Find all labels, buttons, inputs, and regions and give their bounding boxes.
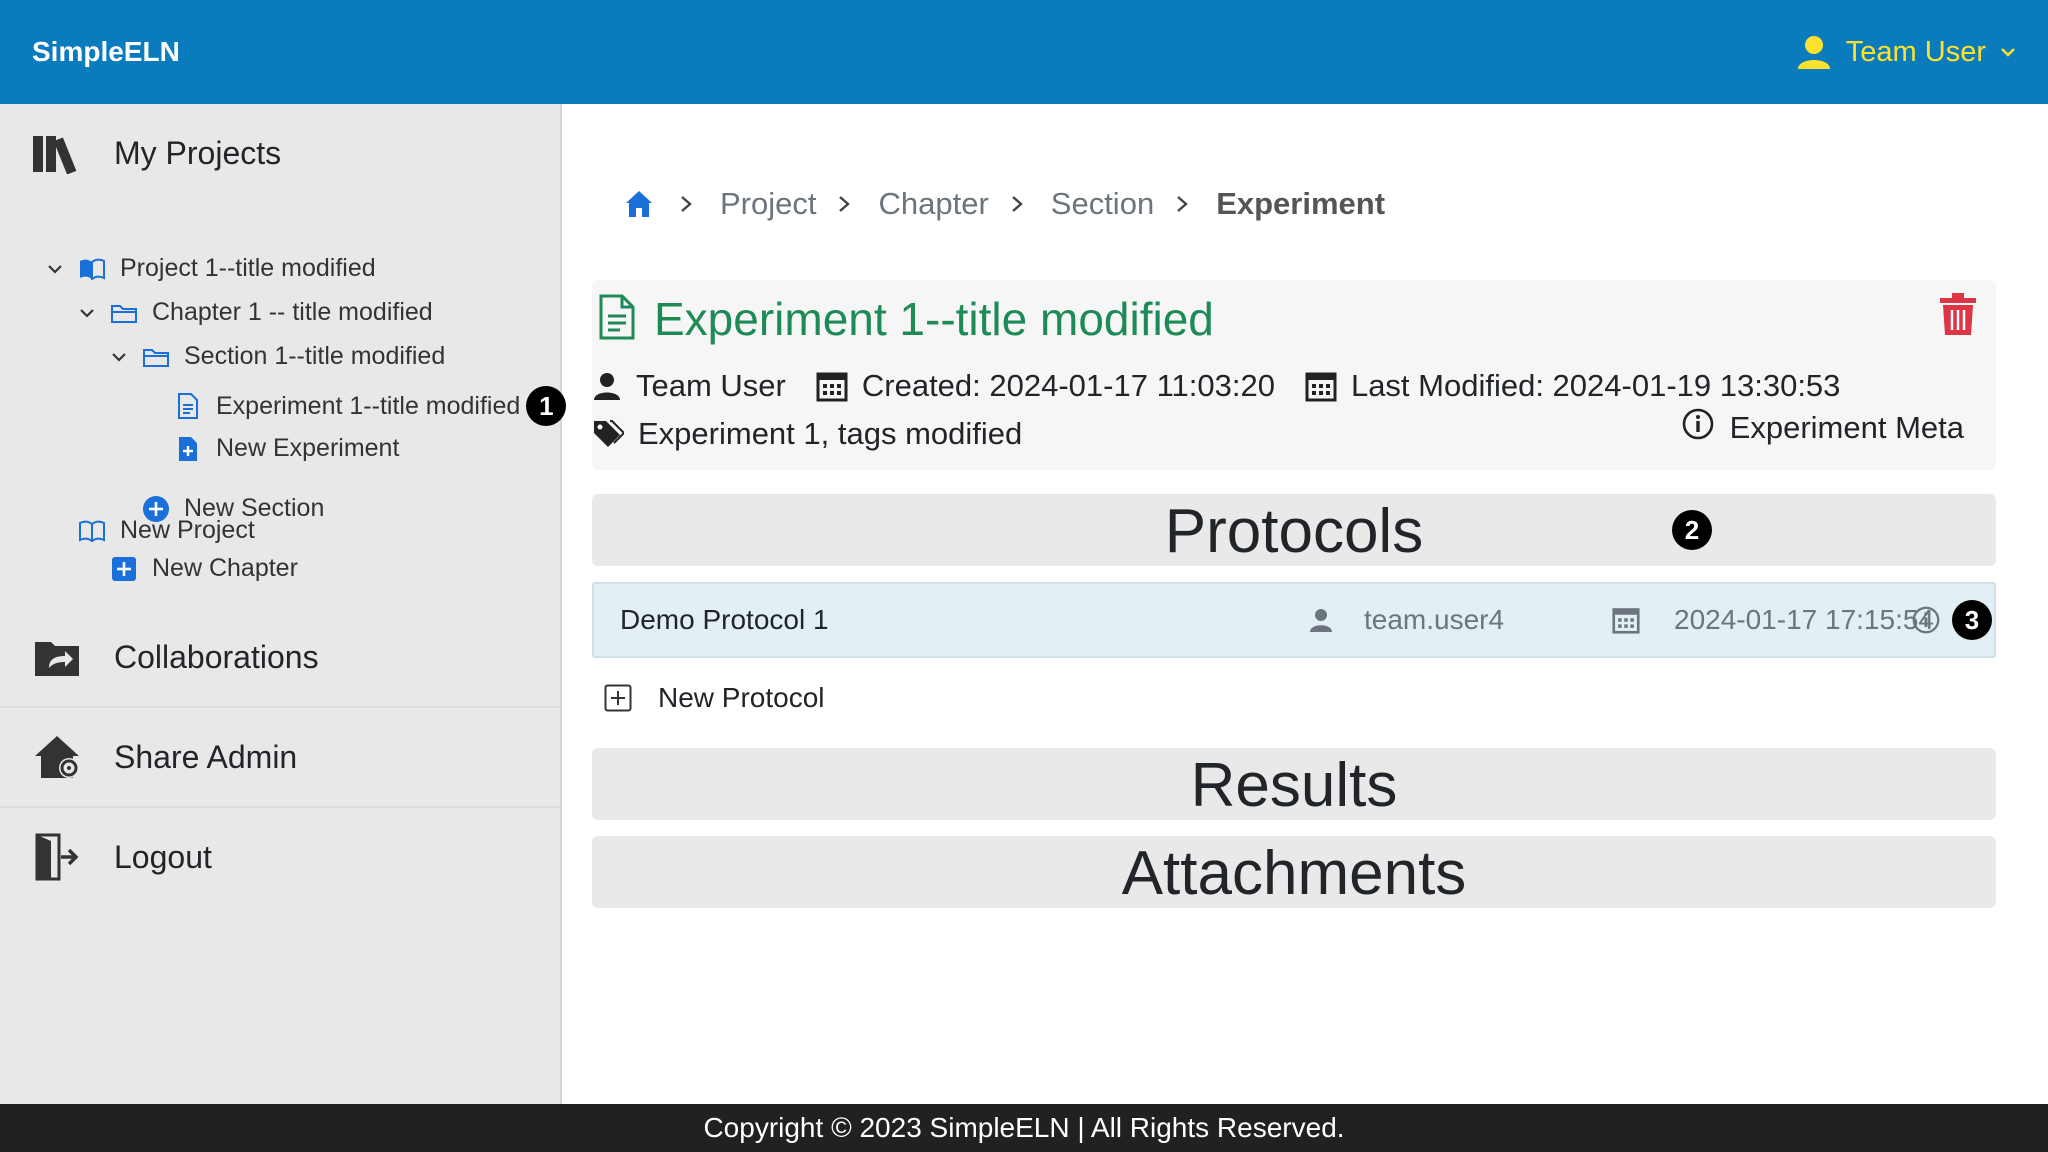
nav-share-admin-label: Share Admin [114, 738, 298, 775]
experiment-tags: Experiment 1, tags modified [638, 416, 1023, 451]
experiment-meta-row: Team User Created: 2024-01-17 11:03:20 L… [592, 368, 1840, 404]
experiment-author: Team User [636, 368, 786, 403]
user-name: Team User [1845, 35, 1986, 68]
file-plus-icon [174, 435, 202, 463]
user-icon [1308, 608, 1334, 632]
experiment-created: Created: 2024-01-17 11:03:20 [861, 368, 1275, 403]
tree-new-project-label: New Project [120, 516, 255, 544]
callout-badge-1: 1 [526, 386, 567, 426]
new-protocol-label: New Protocol [658, 682, 825, 713]
experiment-meta-link[interactable]: Experiment Meta [1682, 408, 1964, 448]
nav-collaborations[interactable]: Collaborations [0, 608, 560, 706]
protocol-date-label: 2024-01-17 17:15:54 [1674, 604, 1934, 635]
book-open-icon [78, 255, 106, 283]
tree-section-label: Section 1--title modified [184, 342, 446, 370]
delete-experiment-button[interactable] [1938, 292, 1978, 341]
sidebar: My Projects Project 1--title modified Ch… [0, 104, 567, 1104]
main-content: Project Chapter Section Experiment Exper… [564, 104, 2048, 1104]
results-heading: Results [1190, 751, 1398, 820]
tree-project-item[interactable]: Project 1--title modified [44, 254, 376, 283]
tree-section-item[interactable]: Section 1--title modified [108, 342, 445, 371]
tree-new-chapter-label: New Chapter [152, 554, 298, 582]
tree-new-chapter[interactable]: New Chapter [110, 554, 298, 583]
nav-my-projects[interactable]: My Projects [0, 104, 560, 202]
attachments-section-header[interactable]: Attachments [592, 836, 1996, 908]
house-gear-icon [30, 733, 86, 781]
nav-share-admin[interactable]: Share Admin [0, 708, 560, 806]
folder-share-icon [30, 633, 86, 681]
nav-my-projects-label: My Projects [114, 134, 282, 171]
protocol-row[interactable]: Demo Protocol 1 team.user4 2024-01-17 17… [592, 582, 1996, 658]
calendar-icon [816, 370, 848, 402]
user-icon [592, 372, 622, 400]
breadcrumb-section[interactable]: Section [1051, 186, 1154, 222]
tree-chapter-label: Chapter 1 -- title modified [152, 298, 433, 326]
user-icon [1796, 35, 1832, 69]
protocols-heading: Protocols [1164, 497, 1424, 566]
protocol-user-label: team.user4 [1364, 604, 1505, 635]
calendar-icon [1305, 370, 1337, 402]
nav-collaborations-label: Collaborations [114, 638, 319, 675]
chevron-right-icon [838, 195, 851, 213]
protocol-date: 2024-01-17 17:15:54 [1612, 604, 1934, 636]
tree-project-label: Project 1--title modified [120, 254, 376, 282]
door-exit-icon [30, 833, 86, 881]
callout-badge-2: 2 [1672, 510, 1712, 550]
book-icon [78, 517, 106, 545]
file-text-icon [598, 294, 636, 345]
folder-icon [110, 299, 138, 327]
folder-icon [142, 343, 170, 371]
tree-chapter-item[interactable]: Chapter 1 -- title modified [76, 298, 433, 327]
brand-logo[interactable]: SimpleELN [32, 36, 180, 68]
breadcrumb-chapter[interactable]: Chapter [878, 186, 988, 222]
protocol-name: Demo Protocol 1 [620, 604, 829, 635]
chevron-right-icon [1011, 195, 1023, 213]
nav-logout[interactable]: Logout [0, 808, 560, 906]
experiment-tags-row: Experiment 1, tags modified [592, 416, 1022, 452]
nav-logout-label: Logout [114, 838, 212, 875]
chevron-down-icon[interactable] [108, 352, 130, 362]
callout-badge-3: 3 [1952, 600, 1992, 640]
breadcrumb: Project Chapter Section Experiment [624, 186, 1385, 222]
footer: Copyright © 2023 SimpleELN | All Rights … [0, 1104, 2048, 1152]
tree-new-project[interactable]: New Project [78, 516, 255, 545]
experiment-header-card: Experiment 1--title modified Team User C… [592, 280, 1996, 470]
books-icon [30, 129, 86, 177]
experiment-last-modified: Last Modified: 2024-01-19 13:30:53 [1350, 368, 1841, 403]
attachments-heading: Attachments [1121, 839, 1467, 908]
tree-experiment-item[interactable]: Experiment 1--title modified 1 [174, 386, 567, 426]
file-text-icon [174, 392, 202, 420]
tree-new-experiment-label: New Experiment [216, 434, 400, 462]
protocol-user: team.user4 [1308, 604, 1504, 636]
chevron-right-icon [680, 195, 692, 213]
plus-square-icon [110, 555, 138, 583]
plus-square-icon [604, 684, 632, 712]
top-navbar: SimpleELN Team User [0, 0, 2048, 104]
user-menu[interactable]: Team User [1796, 35, 2016, 69]
tree-new-experiment[interactable]: New Experiment [174, 434, 399, 463]
calendar-icon [1612, 606, 1640, 634]
info-circle-icon[interactable] [1912, 606, 1940, 634]
info-circle-icon [1682, 408, 1714, 448]
breadcrumb-project[interactable]: Project [720, 186, 816, 222]
experiment-title[interactable]: Experiment 1--title modified [654, 292, 1214, 346]
tags-icon [592, 419, 624, 449]
tree-experiment-label: Experiment 1--title modified [216, 391, 521, 420]
experiment-meta-label: Experiment Meta [1729, 410, 1964, 445]
protocols-section-header[interactable]: Protocols 2 [592, 494, 1996, 566]
chevron-right-icon [1176, 195, 1189, 213]
chevron-down-icon[interactable] [76, 308, 98, 318]
breadcrumb-experiment: Experiment [1216, 186, 1386, 221]
chevron-down-icon [2000, 46, 2016, 58]
new-protocol-button[interactable]: New Protocol [604, 682, 825, 714]
results-section-header[interactable]: Results [592, 748, 1996, 820]
chevron-down-icon[interactable] [44, 264, 66, 274]
home-icon[interactable] [624, 189, 654, 219]
